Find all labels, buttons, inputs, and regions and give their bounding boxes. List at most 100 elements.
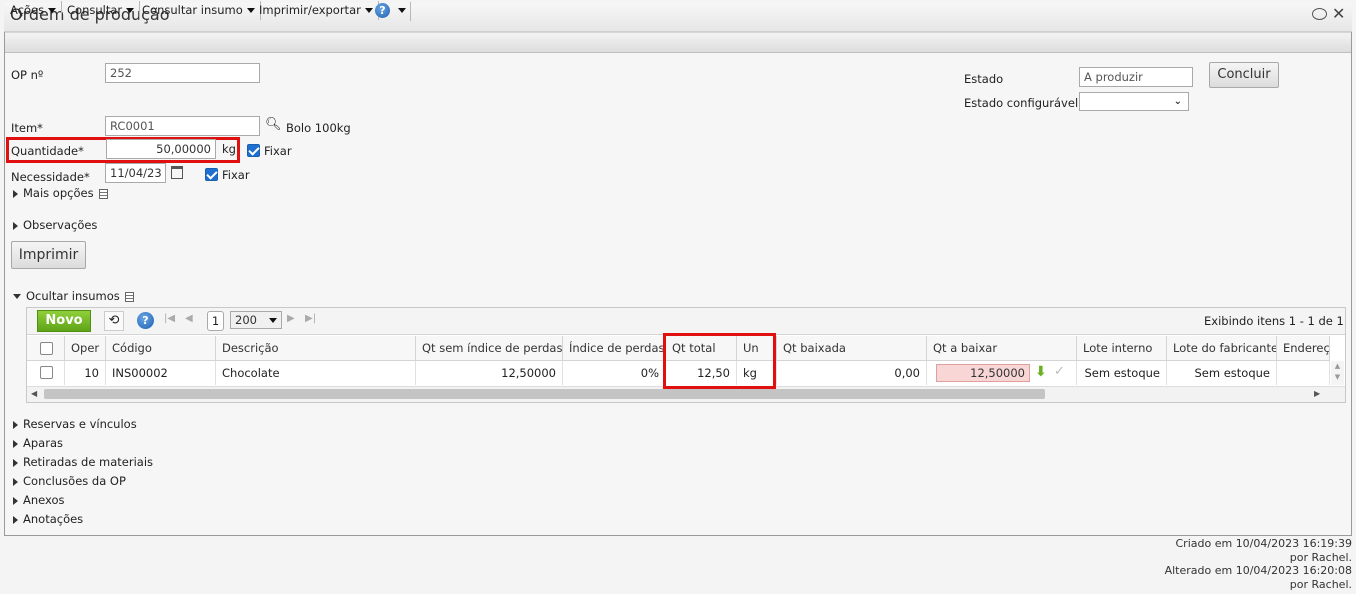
column-header-endereco[interactable]: Endereç [1277, 336, 1330, 361]
concluir-button[interactable]: Concluir [1209, 62, 1279, 88]
section-label: Retiradas de materiais [23, 455, 154, 469]
calendar-icon[interactable] [171, 166, 183, 179]
expand-arrow-icon [13, 221, 18, 230]
comment-icon[interactable] [1312, 8, 1327, 20]
row-checkbox[interactable] [40, 366, 53, 379]
column-header-lote-fabricante[interactable]: Lote do fabricante [1167, 336, 1277, 361]
created-by: por Rachel. [1289, 550, 1352, 564]
chevron-down-icon [398, 8, 406, 13]
close-icon[interactable]: ✕ [1332, 4, 1345, 23]
op-label: OP nº [11, 68, 44, 82]
column-header-qt-sem-indice[interactable]: Qt sem índice de perdas [416, 336, 563, 361]
ocultar-insumos-label: Ocultar insumos [26, 289, 120, 303]
menu-acoes-label: Ações [10, 3, 45, 17]
help-icon: ? [375, 3, 390, 18]
necessidade-date-field[interactable]: 11/04/23 [105, 163, 166, 183]
section-anotacoes[interactable]: Anotações [13, 512, 83, 526]
section-aparas[interactable]: Aparas [13, 436, 63, 450]
fixar-necessidade-label: Fixar [222, 168, 250, 182]
section-label: Aparas [23, 436, 63, 450]
next-page-icon[interactable]: ▶ [287, 313, 295, 324]
necessidade-label: Necessidade* [11, 170, 90, 184]
grid-toolbar [27, 308, 1345, 335]
expand-arrow-icon [13, 515, 18, 524]
menu-consultar[interactable]: Consultar [62, 1, 141, 20]
chevron-down-icon [126, 8, 135, 13]
section-label: Reservas e vínculos [23, 417, 137, 431]
scrollbar-thumb[interactable] [44, 389, 1045, 399]
estado-label: Estado [964, 72, 1004, 86]
cell-endereco [1277, 361, 1330, 385]
qt-a-baixar-input[interactable]: 12,50000 [936, 364, 1030, 382]
column-header-codigo[interactable]: Código [106, 336, 216, 361]
help-icon: ? [137, 312, 154, 329]
section-anexos[interactable]: Anexos [13, 493, 65, 507]
menu-consultar-insumo[interactable]: Consultar insumo [137, 1, 261, 20]
quantidade-field[interactable]: 50,00000 [106, 139, 216, 159]
cell-qt-sem-indice: 12,50000 [416, 361, 563, 385]
scroll-right-icon[interactable]: ▶ [1314, 389, 1320, 398]
section-conclusoes[interactable]: Conclusões da OP [13, 474, 126, 488]
note-icon [124, 291, 134, 302]
menu-consultar-label: Consultar [67, 3, 123, 17]
cell-codigo: INS00002 [106, 361, 216, 385]
menu-acoes[interactable]: Ações [5, 1, 63, 20]
help-menu[interactable]: ? [373, 2, 411, 21]
vertical-scrollbar[interactable]: ▲ ▼ [1331, 361, 1344, 385]
section-label: Anotações [23, 512, 84, 526]
section-reservas[interactable]: Reservas e vínculos [13, 417, 137, 431]
page-size-select[interactable]: 200 [230, 311, 282, 329]
fixar-necessidade-checkbox[interactable] [205, 168, 218, 181]
column-header-indice-perdas[interactable]: Índice de perdas [563, 336, 666, 361]
item-field[interactable]: RC0001 [105, 116, 260, 136]
quantidade-label: Quantidade* [11, 144, 84, 158]
expand-arrow-icon [13, 439, 18, 448]
estado-configuravel-select[interactable]: ⌄ [1079, 92, 1189, 111]
menu-toolbar [5, 32, 1351, 53]
grid-help-button[interactable]: ? [137, 312, 154, 329]
scroll-left-icon[interactable]: ◀ [31, 389, 37, 398]
select-all-checkbox[interactable] [40, 342, 53, 355]
estado-field[interactable]: A produzir [1079, 67, 1193, 87]
audit-info: Criado em 10/04/2023 16:19:39 por Rachel… [1165, 537, 1352, 591]
page-size-value: 200 [235, 313, 257, 327]
first-page-icon[interactable]: |◀ [164, 313, 175, 324]
chevron-down-icon: ⌄ [1173, 96, 1182, 107]
cell-descricao: Chocolate [216, 361, 416, 385]
column-header-qt-baixada[interactable]: Qt baixada [777, 336, 927, 361]
menu-imprimir-exportar[interactable]: Imprimir/exportar [254, 1, 379, 20]
column-header-lote-interno[interactable]: Lote interno [1077, 336, 1167, 361]
header-select-all [27, 336, 65, 361]
page-number[interactable]: 1 [207, 311, 224, 331]
mais-opcoes-toggle[interactable]: Mais opções [13, 186, 108, 200]
qt-total-highlight [663, 333, 776, 389]
mais-opcoes-label: Mais opções [23, 186, 94, 200]
fixar-quantidade-checkbox[interactable] [247, 144, 260, 157]
refresh-icon[interactable]: ⟲ [104, 311, 124, 331]
item-description: Bolo 100kg [286, 121, 351, 135]
column-header-qt-a-baixar[interactable]: Qt a baixar [927, 336, 1077, 361]
column-header-oper[interactable]: Oper [65, 336, 106, 361]
column-header-descricao[interactable]: Descrição [216, 336, 416, 361]
ocultar-insumos-toggle[interactable]: Ocultar insumos [13, 289, 134, 303]
imprimir-button[interactable]: Imprimir [11, 241, 86, 269]
op-number-field[interactable]: 252 [105, 63, 260, 83]
chevron-down-icon [48, 8, 57, 13]
arrow-down-icon[interactable]: ⬇ [1035, 365, 1047, 379]
expand-arrow-icon [13, 189, 18, 198]
item-label: Item* [11, 121, 43, 135]
search-icon[interactable]: 🔍︎ [265, 117, 282, 132]
prev-page-icon[interactable]: ◀ [185, 313, 193, 324]
chevron-down-icon [269, 318, 277, 323]
section-retiradas[interactable]: Retiradas de materiais [13, 455, 153, 469]
expand-arrow-icon [13, 477, 18, 486]
observacoes-toggle[interactable]: Observações [13, 218, 97, 232]
cell-qt-baixada: 0,00 [777, 361, 927, 385]
estado-configuravel-label: Estado configurável [964, 96, 1079, 110]
last-page-icon[interactable]: ▶| [305, 313, 316, 324]
section-label: Conclusões da OP [23, 474, 126, 488]
section-label: Anexos [23, 493, 65, 507]
cell-oper: 10 [65, 361, 106, 385]
check-icon[interactable]: ✓ [1054, 365, 1065, 379]
novo-button[interactable]: Novo [37, 310, 91, 332]
